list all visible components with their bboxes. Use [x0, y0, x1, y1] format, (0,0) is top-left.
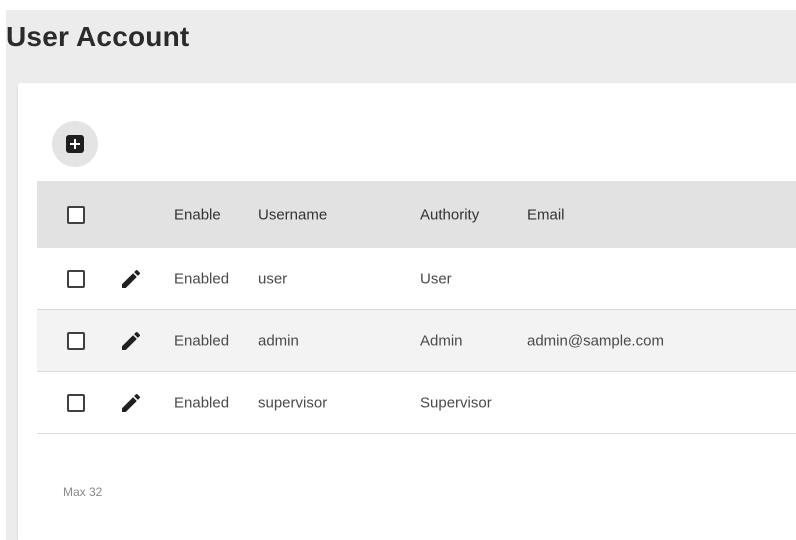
- row-checkbox[interactable]: [67, 331, 85, 350]
- row-checkbox[interactable]: [67, 393, 85, 412]
- edit-row-button[interactable]: [119, 391, 143, 415]
- add-user-button[interactable]: [52, 121, 98, 167]
- pencil-icon: [122, 393, 141, 412]
- pencil-icon: [122, 269, 141, 288]
- row-select-cell: [67, 393, 85, 412]
- edit-row-button[interactable]: [119, 267, 143, 291]
- table-header-row: Enable Username Authority Email: [37, 181, 796, 248]
- max-users-note: Max 32: [63, 485, 103, 499]
- column-header-username[interactable]: Username: [258, 206, 327, 223]
- cell-enable: Enabled: [174, 332, 230, 349]
- cell-username: supervisor: [258, 394, 328, 411]
- cell-username: user: [258, 270, 288, 287]
- select-all-checkbox[interactable]: [67, 205, 85, 224]
- cell-enable: Enabled: [174, 270, 230, 287]
- user-table: Enable Username Authority Email Enabled …: [37, 181, 796, 434]
- table-row: Enabled admin Admin admin@sample.com: [37, 310, 796, 372]
- table-row: Enabled supervisor Supervisor: [37, 372, 796, 434]
- user-account-card: Enable Username Authority Email Enabled …: [18, 83, 796, 540]
- add-box-icon: [66, 135, 84, 153]
- cell-authority: Supervisor: [420, 394, 492, 411]
- column-header-enable[interactable]: Enable: [174, 206, 221, 223]
- pencil-icon: [122, 331, 141, 350]
- cell-authority: User: [420, 270, 452, 287]
- row-select-cell: [67, 269, 85, 288]
- table-row: Enabled user User: [37, 248, 796, 310]
- row-checkbox[interactable]: [67, 269, 85, 288]
- column-header-email[interactable]: Email: [527, 206, 565, 223]
- cell-enable: Enabled: [174, 394, 230, 411]
- page-title: User Account: [6, 21, 190, 52]
- column-header-authority[interactable]: Authority: [420, 206, 479, 223]
- page: User Account Enable Username Authority E…: [6, 10, 796, 540]
- cell-email: admin@sample.com: [527, 332, 664, 349]
- cell-authority: Admin: [420, 332, 463, 349]
- row-select-cell: [67, 331, 85, 350]
- cell-username: admin: [258, 332, 299, 349]
- select-all-cell: [67, 205, 85, 224]
- edit-row-button[interactable]: [119, 329, 143, 353]
